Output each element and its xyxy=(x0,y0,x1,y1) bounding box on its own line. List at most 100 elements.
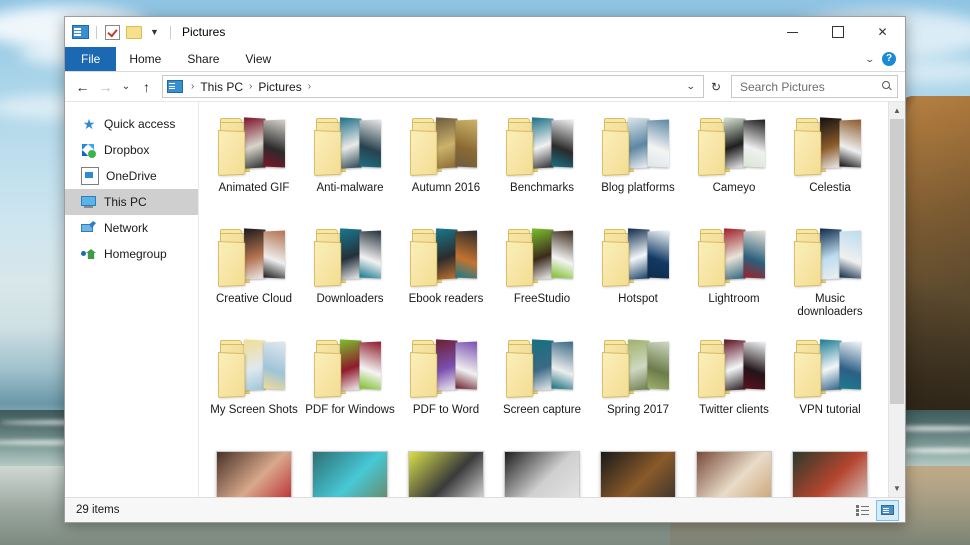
folder-item[interactable]: Spring 2017 xyxy=(590,333,686,441)
folder-icon xyxy=(314,114,386,178)
folder-item[interactable]: Celestia xyxy=(782,111,878,219)
folder-item[interactable]: Animated GIF xyxy=(206,111,302,219)
folder-item[interactable]: Twitter clients xyxy=(686,333,782,441)
search-icon[interactable] xyxy=(882,81,893,92)
folder-item[interactable]: Benchmarks xyxy=(494,111,590,219)
refresh-icon[interactable]: ↻ xyxy=(706,76,726,97)
breadcrumb[interactable]: › This PC › Pictures › ⌄ xyxy=(162,75,704,98)
close-button[interactable]: ✕ xyxy=(860,17,905,47)
scroll-down-icon[interactable]: ▼ xyxy=(889,480,905,497)
file-explorer-window: ▼ Pictures ✕ File Home Share View ⌄ ? ← xyxy=(64,16,906,523)
item-label: FreeStudio xyxy=(496,293,588,306)
item-label: Lightroom xyxy=(688,293,780,306)
folder-item[interactable]: Cameyo xyxy=(686,111,782,219)
file-item[interactable]: person-1100286_1920.jpg xyxy=(686,444,782,497)
explorer-icon[interactable] xyxy=(72,24,89,41)
folder-item[interactable]: Creative Cloud xyxy=(206,222,302,330)
recent-locations-icon[interactable]: ⌄ xyxy=(118,76,134,97)
folder-icon xyxy=(410,225,482,289)
chevron-down-icon[interactable]: ⌄ xyxy=(865,54,876,65)
minimize-button[interactable] xyxy=(770,17,815,47)
address-dropdown-icon[interactable]: ⌄ xyxy=(679,81,704,92)
breadcrumb-this-pc[interactable]: This PC xyxy=(198,80,245,94)
file-item[interactable]: 83H.jpg xyxy=(206,444,302,497)
tab-share[interactable]: Share xyxy=(174,47,232,71)
item-label: PDF for Windows xyxy=(304,404,396,417)
title-bar: ▼ Pictures ✕ xyxy=(65,17,905,47)
vertical-scrollbar[interactable]: ▲ ▼ xyxy=(888,102,905,497)
sidebar-item-label: Network xyxy=(104,221,148,235)
tab-view[interactable]: View xyxy=(232,47,284,71)
sidebar-item-this-pc[interactable]: This PC xyxy=(65,189,198,215)
tab-file[interactable]: File xyxy=(65,47,116,71)
search-input[interactable] xyxy=(738,79,882,95)
customize-caret-icon[interactable]: ▼ xyxy=(146,24,163,41)
back-button[interactable]: ← xyxy=(72,76,93,97)
folder-icon xyxy=(506,114,578,178)
file-item[interactable]: mp3-monkey.jpg xyxy=(590,444,686,497)
sidebar-item-network[interactable]: Network xyxy=(65,215,198,241)
help-icon[interactable]: ? xyxy=(882,52,896,66)
wave-foam xyxy=(900,448,970,453)
folder-icon xyxy=(602,114,674,178)
image-thumbnail xyxy=(216,451,292,497)
item-label: Autumn 2016 xyxy=(400,182,492,195)
item-label: Cameyo xyxy=(688,182,780,195)
folder-item[interactable]: My Screen Shots xyxy=(206,333,302,441)
tab-home[interactable]: Home xyxy=(116,47,174,71)
folder-icon xyxy=(314,336,386,400)
file-list-pane: Animated GIFAnti-malwareAutumn 2016 Bench… xyxy=(199,102,905,497)
dropbox-icon xyxy=(81,142,97,158)
maximize-button[interactable] xyxy=(815,17,860,47)
folder-icon xyxy=(314,225,386,289)
desktop-wallpaper: ▼ Pictures ✕ File Home Share View ⌄ ? ← xyxy=(0,0,970,545)
scroll-up-icon[interactable]: ▲ xyxy=(889,102,905,119)
folder-item[interactable]: PDF to Word xyxy=(398,333,494,441)
details-view-button[interactable] xyxy=(852,501,873,520)
new-folder-icon[interactable] xyxy=(125,24,142,41)
sidebar-item-quick-access[interactable]: ★ Quick access xyxy=(65,111,198,137)
divider xyxy=(96,26,97,39)
sidebar-item-homegroup[interactable]: Homegroup xyxy=(65,241,198,267)
folder-item[interactable]: Blog platforms xyxy=(590,111,686,219)
folder-icon xyxy=(506,225,578,289)
file-item[interactable]: bay-801694_1920.jpg xyxy=(302,444,398,497)
file-item[interactable]: mp3-aimp.jpg xyxy=(398,444,494,497)
folder-item[interactable]: Hotspot xyxy=(590,222,686,330)
folder-item[interactable]: VPN tutorial xyxy=(782,333,878,441)
item-label: My Screen Shots xyxy=(208,404,300,417)
folder-item[interactable]: Anti-malware xyxy=(302,111,398,219)
forward-button[interactable]: → xyxy=(95,76,116,97)
folder-item[interactable]: FreeStudio xyxy=(494,222,590,330)
file-item[interactable]: mp3-foobar.jpg xyxy=(494,444,590,497)
item-label: Spring 2017 xyxy=(592,404,684,417)
folder-icon xyxy=(506,336,578,400)
folder-item[interactable]: Music downloaders xyxy=(782,222,878,330)
sidebar-item-label: Quick access xyxy=(104,117,175,131)
folder-item[interactable]: Downloaders xyxy=(302,222,398,330)
folder-item[interactable]: Screen capture xyxy=(494,333,590,441)
folder-item[interactable]: Ebook readers xyxy=(398,222,494,330)
folder-icon xyxy=(794,336,866,400)
scrollbar-track[interactable] xyxy=(889,119,905,480)
large-icons-view-button[interactable] xyxy=(876,500,899,521)
item-label: VPN tutorial xyxy=(784,404,876,417)
sidebar-item-dropbox[interactable]: Dropbox xyxy=(65,137,198,163)
breadcrumb-pictures[interactable]: Pictures xyxy=(256,80,303,94)
folder-item[interactable]: Autumn 2016 xyxy=(398,111,494,219)
folder-item[interactable]: Lightroom xyxy=(686,222,782,330)
folder-icon xyxy=(218,225,290,289)
scrollbar-thumb[interactable] xyxy=(890,119,904,404)
item-label: Animated GIF xyxy=(208,182,300,195)
this-pc-icon xyxy=(167,80,183,93)
file-item[interactable]: photo-1466096115517-bceecbfb6fde.jpg xyxy=(782,444,878,497)
sidebar-item-onedrive[interactable]: OneDrive xyxy=(65,163,198,189)
properties-icon[interactable] xyxy=(104,24,121,41)
folder-item[interactable]: PDF for Windows xyxy=(302,333,398,441)
up-button[interactable]: ↑ xyxy=(136,76,157,97)
onedrive-icon xyxy=(81,167,99,185)
item-label: Benchmarks xyxy=(496,182,588,195)
search-box[interactable] xyxy=(731,75,898,98)
folder-icon xyxy=(698,336,770,400)
homegroup-icon xyxy=(81,246,97,262)
